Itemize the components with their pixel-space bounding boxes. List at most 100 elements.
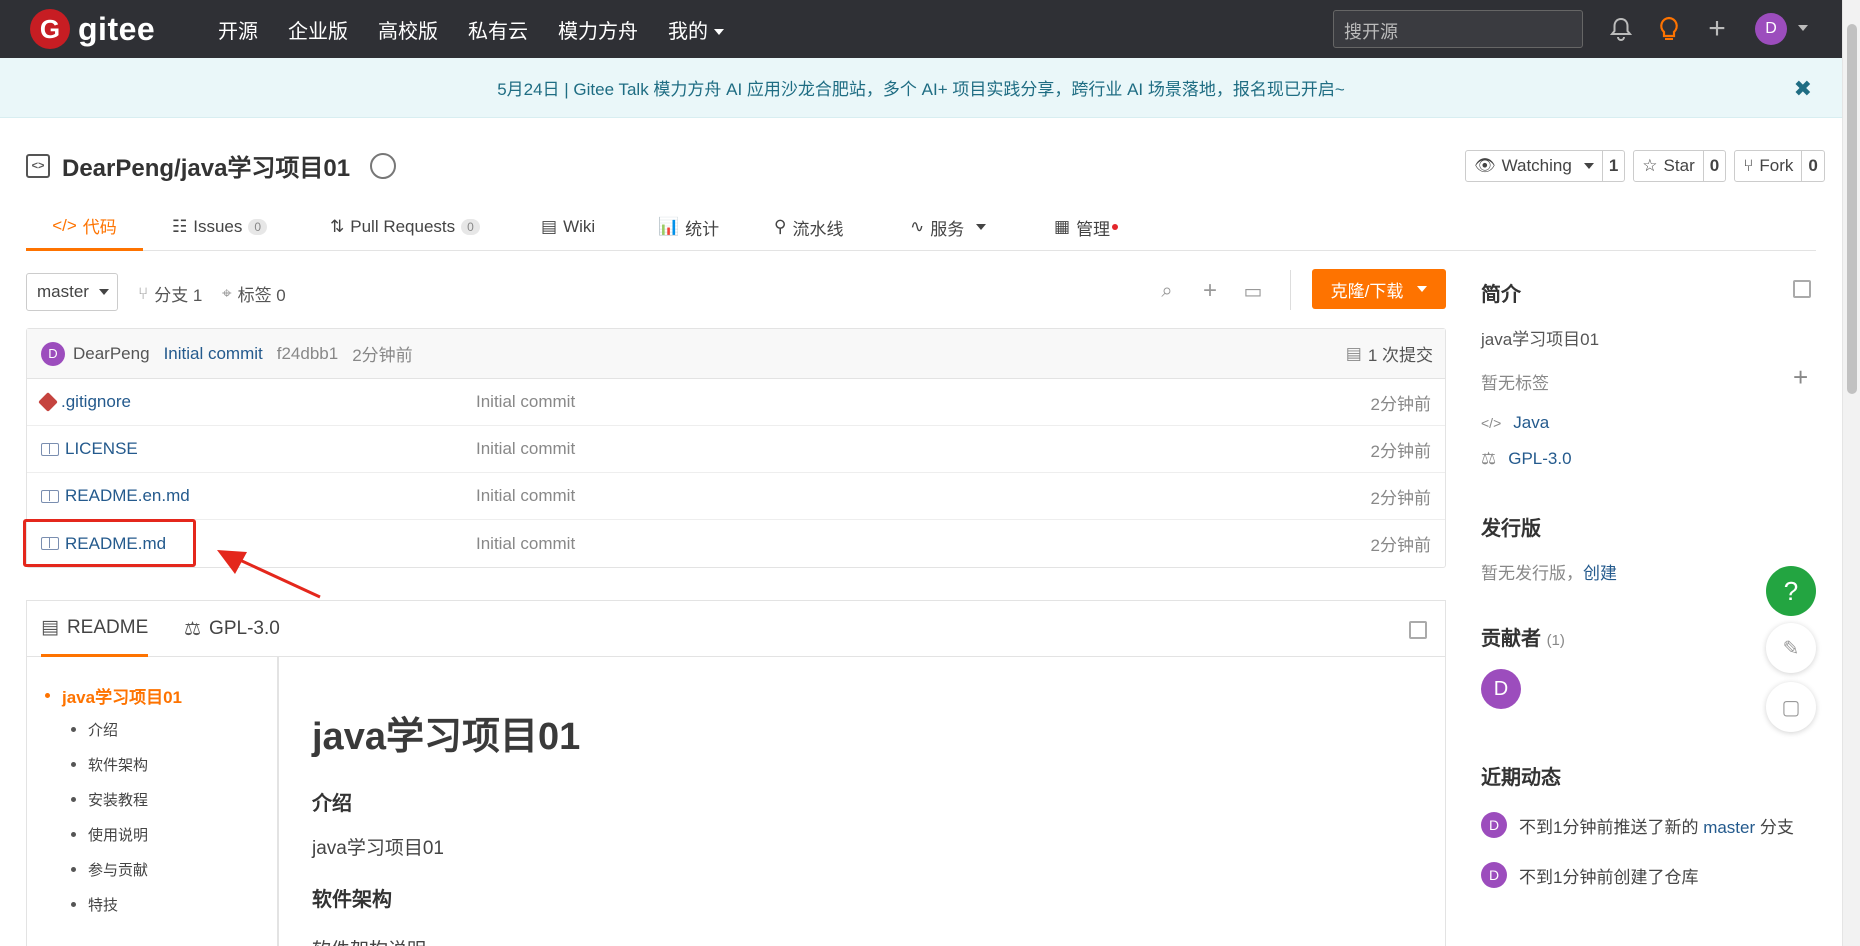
commit-count-link[interactable]: ▤ 1 次提交 (1346, 341, 1433, 366)
tab-license[interactable]: ⚖ GPL-3.0 (184, 601, 280, 657)
star-button[interactable]: ☆ Star 0 (1633, 150, 1727, 182)
gitee-logo[interactable]: G gitee (30, 9, 155, 49)
chevron-down-icon (1583, 163, 1594, 169)
activity-avatar[interactable]: D (1481, 812, 1507, 838)
clone-download-button[interactable]: 克隆/下载 (1312, 269, 1446, 309)
book-file-icon (41, 489, 59, 503)
latest-commit-row: D DearPeng Initial commit f24dbb1 2分钟前 ▤… (27, 329, 1445, 379)
chat-icon[interactable]: ▢ (1766, 682, 1816, 732)
activity-title: 近期动态 (1481, 767, 1561, 789)
file-list: D DearPeng Initial commit f24dbb1 2分钟前 ▤… (26, 328, 1446, 568)
branch-icon: ⑂ (138, 283, 149, 303)
web-ide-icon[interactable]: ▭ (1241, 279, 1265, 303)
scrollbar-thumb[interactable] (1847, 24, 1857, 394)
lightbulb-icon[interactable] (1654, 14, 1684, 44)
tab-services-label: 服务 (930, 219, 965, 239)
toc-item[interactable]: 特技 (71, 894, 118, 915)
toc-item[interactable]: 参与贡献 (71, 859, 148, 880)
tags-link[interactable]: ⌖ 标签 0 (222, 281, 286, 306)
nav-mine[interactable]: 我的 (668, 15, 724, 44)
file-name[interactable]: README.en.md (65, 486, 190, 506)
banner-text[interactable]: 5月24日 | Gitee Talk 模力方舟 AI 应用沙龙合肥站，多个 AI… (497, 75, 1345, 100)
repo-language[interactable]: </> Java (1481, 413, 1549, 433)
toc-item[interactable]: 介绍 (71, 719, 118, 740)
edit-readme-icon[interactable] (1409, 621, 1427, 639)
toc-item[interactable]: 软件架构 (71, 754, 148, 775)
help-button[interactable]: ? (1766, 566, 1816, 616)
tab-wiki[interactable]: ▤ Wiki (541, 203, 595, 251)
nav-enterprise[interactable]: 企业版 (288, 15, 348, 44)
star-count[interactable]: 0 (1702, 151, 1725, 181)
commit-message[interactable]: Initial commit (164, 344, 263, 364)
add-file-icon[interactable]: + (1198, 277, 1222, 304)
commit-author-avatar[interactable]: D (41, 341, 65, 366)
commit-author[interactable]: DearPeng (73, 344, 150, 364)
bullet-icon (71, 727, 76, 732)
toc-item-label: 安装教程 (88, 792, 149, 809)
file-row[interactable]: README.en.md Initial commit 2分钟前 (27, 473, 1445, 520)
fork-button[interactable]: ⑂ Fork 0 (1734, 150, 1825, 182)
file-time: 2分钟前 (1370, 536, 1431, 555)
nav-open-source[interactable]: 开源 (218, 15, 258, 44)
annotation-arrow (217, 550, 321, 599)
search-input[interactable]: 搜开源 (1333, 10, 1583, 48)
tab-readme[interactable]: ▤ README (41, 601, 149, 657)
add-tag-icon[interactable]: + (1793, 362, 1808, 393)
nav-ai-ark[interactable]: 模力方舟 (558, 15, 638, 44)
fork-count[interactable]: 0 (1801, 151, 1823, 181)
tab-services[interactable]: ∿ 服务 (910, 203, 987, 251)
toc-item[interactable]: java学习项目01 (45, 683, 182, 708)
tab-pipeline[interactable]: ⚲ 流水线 (774, 203, 843, 251)
user-avatar[interactable]: D (1755, 13, 1787, 45)
recommend-badge-icon (370, 152, 397, 179)
watch-count[interactable]: 1 (1601, 151, 1624, 181)
feedback-edit-icon[interactable]: ✎ (1766, 623, 1816, 673)
close-icon[interactable]: ✖ (1794, 76, 1812, 102)
gitee-logo-mark: G (30, 9, 70, 49)
tab-issues[interactable]: ☷ Issues 0 (172, 203, 268, 251)
chevron-down-icon (976, 224, 987, 230)
scale-icon: ⚖ (184, 618, 202, 640)
nav-private-cloud[interactable]: 私有云 (468, 15, 528, 44)
file-name[interactable]: LICENSE (65, 439, 138, 459)
search-icon[interactable]: ⌕ (1155, 279, 1179, 303)
tab-stats-label: 统计 (685, 219, 720, 239)
tab-manage-label: 管理 (1076, 215, 1119, 240)
commit-hash[interactable]: f24dbb1 (277, 344, 338, 364)
repo-title[interactable]: DearPeng/java学习项目01 (62, 148, 350, 183)
tab-code[interactable]: </> 代码 (26, 203, 143, 251)
file-commit-message[interactable]: Initial commit (476, 439, 575, 459)
activity-branch-link[interactable]: master (1703, 818, 1755, 837)
readme-section-intro: 介绍 (312, 793, 352, 815)
toc-item[interactable]: 使用说明 (71, 824, 148, 845)
toc-item[interactable]: 安装教程 (71, 789, 148, 810)
file-commit-message[interactable]: Initial commit (476, 392, 575, 412)
readme-panel: ▤ README ⚖ GPL-3.0 java学习项目01 介绍 软件架构 安装教程… (26, 600, 1446, 946)
branches-link[interactable]: ⑂ 分支 1 (138, 281, 202, 306)
create-release-link[interactable]: 创建 (1583, 564, 1617, 583)
scale-icon: ⚖ (1481, 449, 1497, 468)
document-icon: ▤ (41, 617, 59, 638)
contributor-avatar[interactable]: D (1481, 669, 1521, 709)
bell-icon[interactable] (1606, 14, 1636, 44)
watch-button[interactable]: 👁 Watching 1 (1465, 150, 1626, 182)
file-commit-message[interactable]: Initial commit (476, 534, 575, 554)
nav-education[interactable]: 高校版 (378, 15, 438, 44)
avatar-chevron-down-icon[interactable] (1798, 25, 1808, 31)
file-name[interactable]: .gitignore (61, 392, 131, 412)
file-row[interactable]: .gitignore Initial commit 2分钟前 (27, 379, 1445, 426)
tab-stats[interactable]: 📊 统计 (658, 203, 719, 251)
file-commit-message[interactable]: Initial commit (476, 486, 575, 506)
tab-manage[interactable]: ▦ 管理 (1054, 203, 1119, 251)
activity-avatar[interactable]: D (1481, 862, 1507, 888)
wiki-icon: ▤ (541, 217, 558, 236)
branch-select[interactable]: master (26, 273, 118, 311)
file-row[interactable]: LICENSE Initial commit 2分钟前 (27, 426, 1445, 473)
edit-intro-icon[interactable] (1793, 280, 1811, 298)
page-scrollbar[interactable] (1842, 0, 1860, 946)
tab-pull-requests[interactable]: ⇅ Pull Requests 0 (330, 203, 480, 251)
repo-license[interactable]: ⚖ GPL-3.0 (1481, 449, 1572, 469)
no-release-text: 暂无发行版， (1481, 564, 1583, 583)
license-label: GPL-3.0 (1508, 449, 1572, 468)
plus-icon[interactable]: + (1702, 12, 1732, 45)
